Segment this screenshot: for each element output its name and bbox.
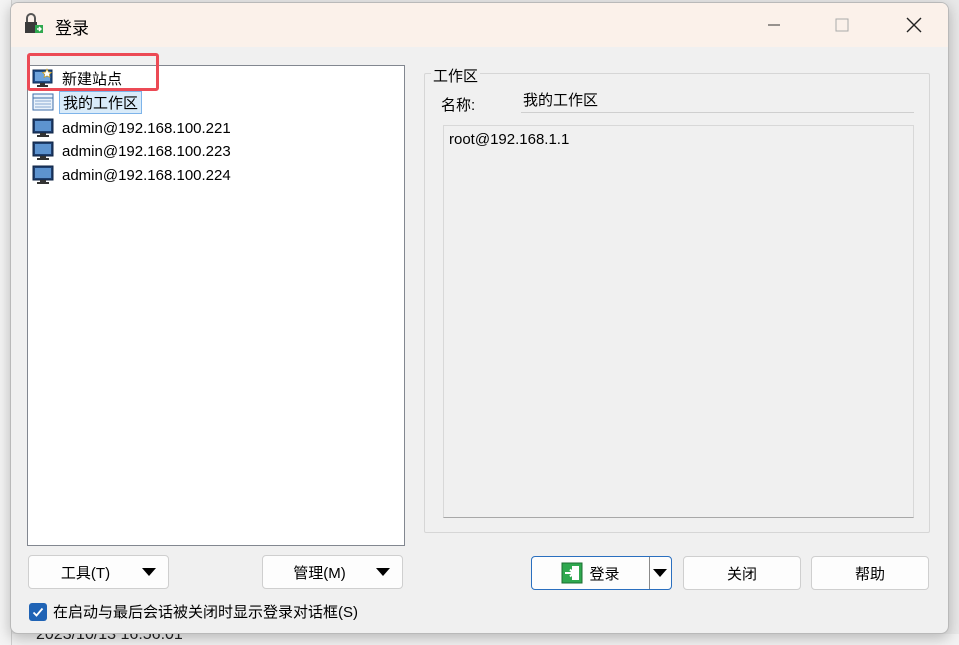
name-label: 名称: — [441, 97, 476, 114]
maximize-button[interactable] — [819, 3, 865, 47]
startup-checkbox-label: 在启动与最后会话被关闭时显示登录对话框(S) — [53, 604, 358, 621]
tree-item-session[interactable]: admin@192.168.100.223 — [32, 140, 234, 162]
workspace-icon — [32, 93, 54, 111]
dropdown-arrow-icon[interactable] — [653, 569, 667, 577]
group-title: 工作区 — [431, 65, 481, 86]
tree-item-session[interactable]: admin@192.168.100.221 — [32, 117, 234, 139]
close-button[interactable]: 关闭 — [683, 556, 801, 590]
manage-button-label: 管理(M) — [293, 564, 346, 582]
minimize-button[interactable] — [751, 3, 797, 47]
help-button-label: 帮助 — [854, 565, 885, 583]
tree-item-label: admin@192.168.100.223 — [62, 142, 231, 160]
window-title: 登录 — [55, 19, 89, 38]
monitor-icon — [32, 141, 54, 160]
login-button-label: 登录 — [589, 565, 620, 583]
manage-button[interactable]: 管理(M) — [262, 555, 403, 589]
minimize-icon — [768, 24, 780, 26]
dropdown-arrow-icon — [376, 568, 390, 576]
tree-item-label: admin@192.168.100.224 — [62, 166, 231, 184]
workspace-description[interactable]: root@192.168.1.1 — [443, 125, 914, 518]
login-icon — [561, 562, 583, 584]
maximize-icon — [835, 18, 849, 32]
site-tree[interactable]: 新建站点 我的工作区 admin@192.168.100.221 admin@1… — [27, 65, 405, 546]
monitor-icon — [32, 118, 54, 137]
tree-item-label: 我的工作区 — [59, 90, 143, 114]
checkmark-icon — [32, 607, 44, 617]
tools-button[interactable]: 工具(T) — [28, 555, 169, 589]
tools-button-label: 工具(T) — [60, 564, 111, 582]
monitor-icon — [32, 165, 54, 184]
login-button-main[interactable]: 登录 — [532, 557, 650, 589]
lock-icon — [25, 13, 43, 33]
tree-item-workspace[interactable]: 我的工作区 — [32, 90, 143, 114]
close-window-button[interactable] — [891, 3, 937, 47]
close-icon — [906, 17, 922, 33]
login-dialog: 登录 新建站点 我的工作区 admin@192.168.100.221 admi… — [10, 2, 949, 634]
dropdown-arrow-icon — [142, 568, 156, 576]
startup-checkbox[interactable] — [29, 602, 47, 621]
login-button[interactable]: 登录 — [531, 556, 672, 590]
highlight-annotation — [27, 53, 159, 91]
tree-item-label: admin@192.168.100.221 — [62, 119, 231, 137]
startup-checkbox-row[interactable]: 在启动与最后会话被关闭时显示登录对话框(S) — [29, 601, 358, 622]
close-button-label: 关闭 — [726, 565, 757, 583]
title-bar: 登录 — [11, 3, 948, 47]
help-button[interactable]: 帮助 — [811, 556, 929, 590]
name-field[interactable]: 我的工作区 — [521, 87, 914, 113]
tree-item-session[interactable]: admin@192.168.100.224 — [32, 164, 234, 186]
